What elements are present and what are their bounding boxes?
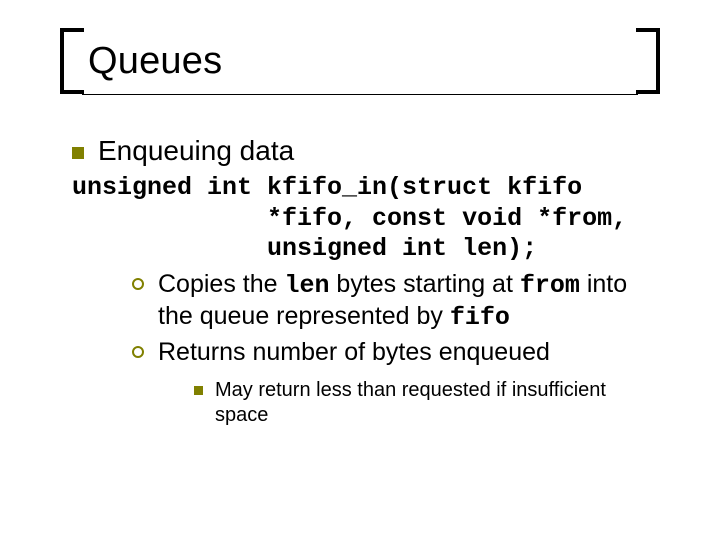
code-from: from	[520, 271, 580, 300]
bullet-level2-returns: Returns number of bytes enqueued	[132, 337, 660, 368]
bullet-level3-mayreturn: May return less than requested if insuff…	[194, 378, 660, 428]
bracket-left-icon	[60, 28, 80, 94]
copies-text: Copies the len bytes starting at from in…	[158, 269, 660, 334]
bullet1-text: Enqueuing data	[98, 135, 294, 167]
bullet-level2-copies: Copies the len bytes starting at from in…	[132, 269, 660, 334]
title-underline	[82, 94, 638, 95]
function-signature: unsigned int kfifo_in(struct kfifo *fifo…	[72, 173, 660, 265]
square-bullet-icon	[72, 147, 84, 159]
copies-t2: bytes starting at	[329, 270, 519, 298]
code-fifo: fifo	[450, 303, 510, 332]
title-wrap: Queues	[60, 40, 660, 101]
slide: Queues Enqueuing data unsigned int kfifo…	[0, 0, 720, 540]
square-bullet-small-icon	[194, 386, 203, 395]
mayreturn-text: May return less than requested if insuff…	[215, 378, 660, 428]
code-line-3: unsigned int len);	[72, 234, 537, 263]
ring-bullet-icon	[132, 278, 144, 290]
slide-title: Queues	[88, 40, 632, 83]
code-len: len	[284, 271, 329, 300]
copies-t1: Copies the	[158, 270, 284, 298]
code-line-2: *fifo, const void *from,	[72, 204, 627, 233]
code-line-1: unsigned int kfifo_in(struct kfifo	[72, 173, 582, 202]
ring-bullet-icon	[132, 346, 144, 358]
bracket-right-icon	[640, 28, 660, 94]
bullet-level1: Enqueuing data	[72, 135, 660, 167]
returns-text: Returns number of bytes enqueued	[158, 337, 550, 368]
content-area: Enqueuing data unsigned int kfifo_in(str…	[60, 135, 660, 428]
